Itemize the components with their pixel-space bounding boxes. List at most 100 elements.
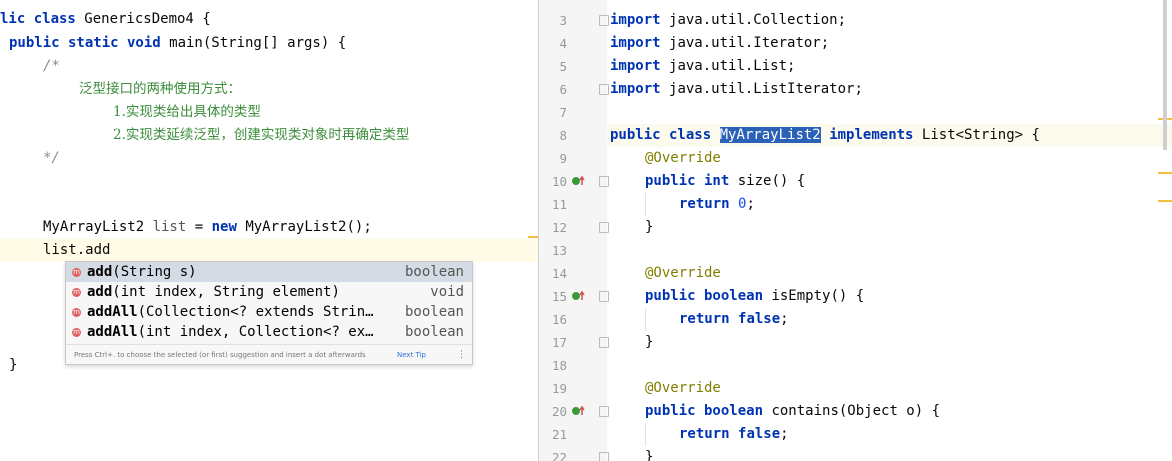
return-line[interactable]: return 0; [679, 193, 755, 216]
semicolon: ; [746, 196, 755, 212]
more-options-icon[interactable]: ⋮ [457, 345, 466, 365]
return-line[interactable]: return false; [679, 308, 789, 331]
line-number: 16 [551, 312, 567, 327]
completion-params: (String s) [112, 264, 197, 280]
line-number: 7 [559, 105, 567, 120]
line-number: 8 [559, 128, 567, 143]
semicolon: ; [780, 311, 789, 327]
line-change-marker [528, 236, 538, 238]
right-editor[interactable]: 3 4 5 6 7 8 9 10 11 12 13 14 15 16 17 18 19 20 21 22 import… [539, 0, 1172, 461]
line-number: 17 [551, 335, 567, 350]
operator: = [186, 219, 212, 235]
method-icon: m [72, 268, 81, 277]
keyword: import [610, 35, 661, 51]
completion-return-type: boolean [404, 324, 464, 340]
import-path: java.util.Collection; [669, 12, 847, 28]
boolean-literal: false [738, 426, 781, 442]
annotation: @Override [645, 150, 721, 166]
import-line[interactable]: import java.util.Collection; [610, 9, 846, 32]
scrollbar-marker[interactable] [1158, 200, 1172, 202]
scrollbar-thumb[interactable] [1163, 0, 1167, 150]
keyword: public int [645, 173, 730, 189]
keyword: return [679, 426, 730, 442]
completion-params: (Collection<? extends Strin… [137, 304, 374, 320]
method-icon: m [72, 328, 81, 337]
closing-brace: } [645, 449, 654, 461]
completion-params: (int index, Collection<? ex… [137, 324, 374, 340]
closing-brace: } [9, 357, 18, 373]
override-icon[interactable] [571, 405, 587, 417]
import-line[interactable]: import java.util.List; [610, 55, 795, 78]
variable-name: list [152, 219, 187, 235]
override-icon[interactable] [571, 290, 587, 302]
completion-footer: Press Ctrl+. to choose the selected (or … [66, 344, 472, 365]
line-number: 13 [551, 243, 567, 258]
line-number: 9 [559, 151, 567, 166]
override-icon[interactable] [571, 175, 587, 187]
left-editor[interactable]: lic class GenericsDemo4 { public static … [0, 0, 538, 461]
class-declaration-line[interactable]: public class MyArrayList2 implements Lis… [610, 124, 1040, 147]
completion-return-type: boolean [404, 304, 464, 320]
completion-item[interactable]: m add(String s) boolean [66, 262, 472, 282]
keyword: public class [610, 127, 712, 143]
import-line[interactable]: import java.util.Iterator; [610, 32, 829, 55]
keyword: import [610, 58, 661, 74]
fold-marker-icon[interactable] [599, 176, 609, 187]
method-signature-line[interactable]: public int size() { [645, 170, 805, 193]
code-completion-popup[interactable]: m add(String s) boolean m add(int index,… [65, 261, 473, 365]
completion-item[interactable]: m addAll(Collection<? extends Strin… boo… [66, 302, 472, 322]
fold-marker-icon[interactable] [599, 337, 609, 348]
import-line[interactable]: import java.util.ListIterator; [610, 78, 863, 101]
keyword: implements [829, 127, 914, 143]
line-number: 18 [551, 358, 567, 373]
keyword: import [610, 12, 661, 28]
footer-hint: Press Ctrl+. to choose the selected (or … [74, 351, 366, 359]
code-line-declaration[interactable]: MyArrayList2 list = new MyArrayList2(); [43, 216, 372, 239]
method-signature-line[interactable]: public boolean isEmpty() { [645, 285, 864, 308]
annotation: @Override [645, 265, 721, 281]
line-number: 12 [551, 220, 567, 235]
completion-return-type: void [430, 284, 464, 300]
next-tip-link[interactable]: Next Tip [397, 345, 426, 365]
fold-marker-icon[interactable] [599, 84, 609, 95]
selected-class-name[interactable]: MyArrayList2 [719, 127, 821, 143]
line-number: 5 [559, 59, 567, 74]
comment-open: /* [43, 58, 60, 74]
method-signature-line[interactable]: public boolean contains(Object o) { [645, 400, 940, 423]
keyword: lic class [0, 11, 76, 27]
fold-marker-icon[interactable] [599, 291, 609, 302]
fold-marker-icon[interactable] [599, 222, 609, 233]
keyword: public boolean [645, 288, 764, 304]
scrollbar-marker[interactable] [1158, 172, 1172, 174]
keyword: return [679, 196, 730, 212]
fold-marker-icon[interactable] [599, 15, 609, 26]
import-path: java.util.ListIterator; [669, 81, 863, 97]
semicolon: ; [780, 426, 789, 442]
line-number: 15 [551, 289, 567, 304]
line-number: 4 [559, 36, 567, 51]
code-line-current[interactable]: list.add [43, 239, 110, 262]
code-line-main[interactable]: public static void main(String[] args) { [9, 32, 346, 55]
return-line[interactable]: return false; [679, 423, 789, 446]
code-line-class[interactable]: lic class GenericsDemo4 { [0, 8, 211, 31]
method-signature: main(String[] args) { [160, 35, 347, 51]
indent-guide [645, 308, 646, 331]
class-declaration: GenericsDemo4 { [75, 11, 211, 27]
import-path: java.util.Iterator; [669, 35, 830, 51]
completion-return-type: boolean [404, 264, 464, 280]
completion-item[interactable]: m addAll(int index, Collection<? ex… boo… [66, 322, 472, 342]
method-name: isEmpty() { [763, 288, 865, 304]
keyword: public static void [9, 35, 161, 51]
comment-text-2: 1.实现类给出具体的类型 [113, 104, 261, 120]
fold-marker-icon[interactable] [599, 406, 609, 417]
line-number: 3 [559, 13, 567, 28]
completion-item[interactable]: m add(int index, String element) void [66, 282, 472, 302]
completion-method-name: add [87, 284, 113, 300]
indent-guide [645, 193, 646, 216]
fold-marker-icon[interactable] [599, 452, 609, 461]
import-path: java.util.List; [669, 58, 796, 74]
line-number: 6 [559, 82, 567, 97]
closing-brace: } [645, 219, 654, 235]
comment-text-3: 2.实现类延续泛型，创建实现类对象时再确定类型 [113, 127, 410, 143]
completion-method-name: add [87, 264, 113, 280]
